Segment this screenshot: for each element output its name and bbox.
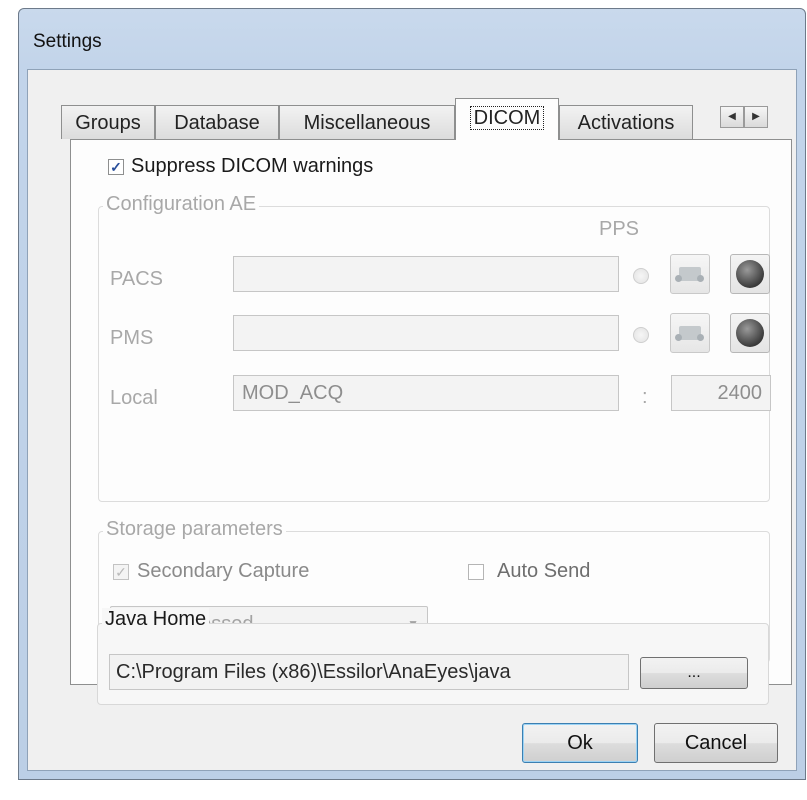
- cancel-button[interactable]: Cancel: [654, 723, 778, 763]
- pacs-label: PACS: [110, 268, 163, 290]
- tab-activations[interactable]: Activations: [559, 105, 693, 139]
- triangle-right-icon: ▶: [752, 111, 760, 122]
- java-home-title: Java Home: [102, 608, 210, 631]
- pacs-ae-button[interactable]: [670, 254, 710, 294]
- checkmark-icon: ✓: [115, 564, 127, 580]
- local-ae-field[interactable]: MOD_ACQ: [233, 375, 619, 411]
- configuration-ae-group: [98, 206, 770, 502]
- truck-icon: [675, 326, 704, 341]
- tab-scroll-right-button[interactable]: ▶: [744, 106, 768, 128]
- tab-dicom[interactable]: DICOM: [455, 98, 559, 140]
- pacs-echo-button[interactable]: [730, 254, 770, 294]
- pacs-pps-radio[interactable]: [633, 268, 649, 284]
- local-port-field[interactable]: 2400: [671, 375, 771, 411]
- window-title: Settings: [33, 31, 102, 52]
- checkmark-icon: ✓: [110, 159, 122, 175]
- auto-send-checkbox[interactable]: [468, 564, 484, 580]
- truck-icon: [675, 267, 704, 282]
- status-dot-icon: [736, 260, 764, 288]
- tab-groups[interactable]: Groups: [61, 105, 155, 139]
- pms-ae-button[interactable]: [670, 313, 710, 353]
- tab-miscellaneous[interactable]: Miscellaneous: [279, 105, 455, 139]
- tab-activations-label: Activations: [577, 112, 675, 134]
- storage-parameters-title: Storage parameters: [103, 518, 286, 541]
- pms-label: PMS: [110, 327, 154, 349]
- pms-echo-button[interactable]: [730, 313, 770, 353]
- pacs-field[interactable]: [233, 256, 619, 292]
- suppress-dicom-warnings-label: Suppress DICOM warnings: [131, 155, 374, 177]
- tab-scroll-left-button[interactable]: ◀: [720, 106, 744, 128]
- dialog-client-area: Groups Database Miscellaneous DICOM Acti…: [27, 69, 797, 771]
- tab-dicom-label: DICOM: [469, 106, 545, 130]
- tab-miscellaneous-label: Miscellaneous: [303, 112, 431, 134]
- port-separator: :: [642, 386, 648, 408]
- local-label: Local: [110, 387, 158, 409]
- status-dot-icon: [736, 319, 764, 347]
- dicom-tab-panel: ✓ Suppress DICOM warnings Configuration …: [70, 139, 792, 685]
- pps-label: PPS: [599, 218, 640, 240]
- java-home-browse-button[interactable]: ...: [640, 657, 748, 689]
- ok-button[interactable]: Ok: [522, 723, 638, 763]
- tab-database[interactable]: Database: [155, 105, 279, 139]
- tab-database-label: Database: [174, 112, 260, 134]
- configuration-ae-title: Configuration AE: [103, 193, 260, 216]
- auto-send-label: Auto Send: [497, 560, 591, 582]
- triangle-left-icon: ◀: [728, 111, 736, 122]
- secondary-capture-checkbox[interactable]: ✓: [113, 564, 129, 580]
- suppress-dicom-warnings-checkbox[interactable]: ✓: [108, 159, 124, 175]
- pms-pps-radio[interactable]: [633, 327, 649, 343]
- tab-groups-label: Groups: [75, 112, 141, 134]
- pms-field[interactable]: [233, 315, 619, 351]
- secondary-capture-label: Secondary Capture: [137, 560, 310, 582]
- settings-window: Settings Groups Database Miscellaneous D…: [18, 8, 806, 780]
- java-home-path-field[interactable]: C:\Program Files (x86)\Essilor\AnaEyes\j…: [109, 654, 629, 690]
